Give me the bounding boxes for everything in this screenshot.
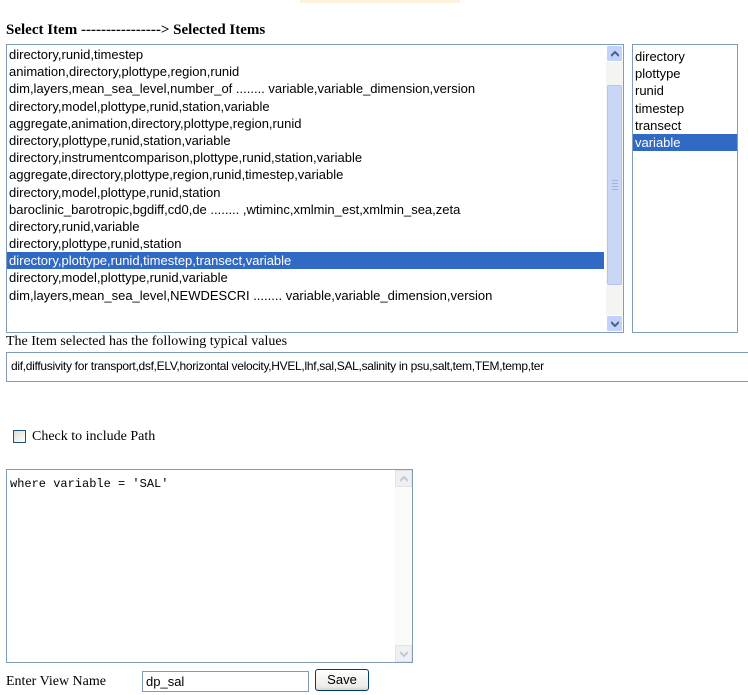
select-item-option[interactable]: dim,layers,mean_sea_level,NEWDESCRI ....… (7, 287, 604, 304)
textarea-scrollbar[interactable] (395, 470, 412, 662)
selected-items-options: directory plottype runid timestep transect va… (633, 48, 737, 152)
scroll-thumb[interactable] (607, 85, 622, 285)
typical-values-text: dif,diffusivity for transport,dsf,ELV,ho… (11, 359, 544, 373)
chevron-up-icon (400, 476, 408, 482)
select-item-option[interactable]: directory,runid,variable (7, 218, 604, 235)
query-text: where variable = 'SAL' (10, 477, 169, 491)
select-item-option[interactable]: aggregate,animation,directory,plottype,r… (7, 115, 604, 132)
textarea-scroll-up-button[interactable] (395, 470, 412, 487)
select-item-option[interactable]: aggregate,directory,plottype,region,runi… (7, 166, 604, 183)
thumb-grip (612, 189, 618, 190)
scroll-down-button[interactable] (606, 315, 623, 332)
scroll-up-button[interactable] (606, 45, 623, 62)
selected-item-option[interactable]: transect (633, 117, 737, 134)
select-item-option[interactable]: directory,instrumentcomparison,plottype,… (7, 149, 604, 166)
selected-item-option[interactable]: timestep (633, 100, 737, 117)
select-item-option[interactable]: directory,plottype,runid,station (7, 235, 604, 252)
thumb-grip (612, 186, 618, 187)
thumb-grip (612, 183, 618, 184)
view-name-label: Enter View Name (6, 674, 106, 689)
select-item-options: directory,runid,timestep animation,direct… (7, 46, 604, 304)
view-name-input[interactable]: dp_sal (142, 671, 309, 692)
chevron-up-icon (611, 51, 619, 57)
values-label: The Item selected has the following typi… (6, 334, 288, 349)
selected-item-option[interactable]: directory (633, 48, 737, 65)
typical-values-field[interactable]: dif,diffusivity for transport,dsf,ELV,ho… (6, 352, 748, 382)
selected-item-option[interactable]: runid (633, 82, 737, 99)
select-item-option[interactable]: dim,layers,mean_sea_level,number_of ....… (7, 80, 604, 97)
select-item-option[interactable]: directory,plottype,runid,station,variabl… (7, 132, 604, 149)
selected-items-listbox[interactable]: directory plottype runid timestep transect va… (632, 44, 738, 333)
chevron-down-icon (400, 651, 408, 657)
chevron-down-icon (611, 321, 619, 327)
selected-item-option[interactable]: variable (633, 133, 737, 152)
select-item-option[interactable]: directory,model,plottype,runid,station,v… (7, 98, 604, 115)
include-path-label: Check to include Path (32, 429, 156, 444)
list-heading: Select Item ----------------> Selected I… (6, 22, 266, 38)
selected-item-option[interactable]: plottype (633, 65, 737, 82)
include-path-checkbox[interactable] (13, 430, 26, 443)
select-item-option[interactable]: directory,plottype,runid,timestep,transe… (7, 252, 604, 270)
select-item-option[interactable]: directory,model,plottype,runid,variable (7, 269, 604, 286)
top-decoration-strip (300, 0, 460, 3)
select-item-option[interactable]: baroclinic_barotropic,bgdiff,cd0,de ....… (7, 201, 604, 218)
query-textarea[interactable]: where variable = 'SAL' (6, 469, 413, 663)
listbox-scrollbar[interactable] (606, 45, 623, 332)
select-item-option[interactable]: animation,directory,plottype,region,runi… (7, 63, 604, 80)
save-button[interactable]: Save (315, 669, 369, 691)
select-item-listbox[interactable]: directory,runid,timestep animation,direct… (6, 44, 624, 333)
textarea-scroll-down-button[interactable] (395, 645, 412, 662)
select-item-option[interactable]: directory,model,plottype,runid,station (7, 184, 604, 201)
select-item-option[interactable]: directory,runid,timestep (7, 46, 604, 63)
thumb-grip (612, 180, 618, 181)
